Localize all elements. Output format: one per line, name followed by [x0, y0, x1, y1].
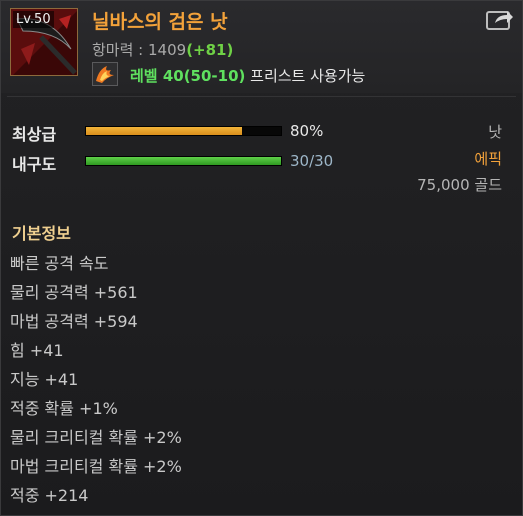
- item-grade: 에픽: [474, 150, 502, 168]
- durability-value: 30/30: [290, 152, 334, 170]
- phoenix-class-icon: [92, 62, 118, 86]
- list-item: 적중 +214: [10, 486, 89, 505]
- list-item: 힘 +41: [10, 341, 64, 360]
- item-tooltip: Lv.50 닐바스의 검은 낫 항마력 : 1409(+81) 레벨 40(50…: [0, 0, 523, 516]
- share-link-icon[interactable]: [485, 7, 515, 31]
- list-item: 빠른 공격 속도: [10, 254, 109, 273]
- durability-bar-fill: [86, 157, 281, 165]
- basic-info-title: 기본정보: [12, 224, 71, 243]
- item-type: 낫: [488, 123, 502, 141]
- list-item: 적중 확률 +1%: [10, 399, 118, 418]
- attack-power-value: 1409: [148, 41, 187, 59]
- list-item: 물리 공격력 +561: [10, 283, 138, 302]
- list-item: 마법 공격력 +594: [10, 312, 138, 331]
- attack-power-bonus: (+81): [186, 41, 234, 59]
- item-name: 닐바스의 검은 낫: [92, 11, 228, 33]
- attack-power-row: 항마력 : 1409(+81): [92, 39, 233, 60]
- quality-bar: [85, 126, 282, 136]
- list-item: 지능 +41: [10, 370, 79, 389]
- durability-label: 내구도: [12, 155, 57, 174]
- required-level: 레벨 40(50-10): [130, 67, 246, 85]
- requirement-row: 레벨 40(50-10) 프리스트 사용가능: [130, 65, 365, 86]
- item-price: 75,000 골드: [417, 176, 502, 194]
- header-divider: [7, 96, 516, 97]
- attack-power-label: 항마력 :: [92, 41, 148, 59]
- durability-bar: [85, 156, 282, 166]
- quality-label: 최상급: [12, 125, 57, 144]
- list-item: 마법 크리티컬 확률 +2%: [10, 457, 182, 476]
- black-scythe-icon: Lv.50: [10, 8, 78, 76]
- required-class: 프리스트 사용가능: [245, 67, 366, 85]
- quality-bar-fill: [86, 127, 242, 135]
- quality-value: 80%: [290, 122, 324, 140]
- basic-info-list: 빠른 공격 속도 물리 공격력 +561 마법 공격력 +594 힘 +41 지…: [10, 251, 182, 512]
- list-item: 물리 크리티컬 확률 +2%: [10, 428, 182, 447]
- item-level-badge: Lv.50: [13, 11, 54, 28]
